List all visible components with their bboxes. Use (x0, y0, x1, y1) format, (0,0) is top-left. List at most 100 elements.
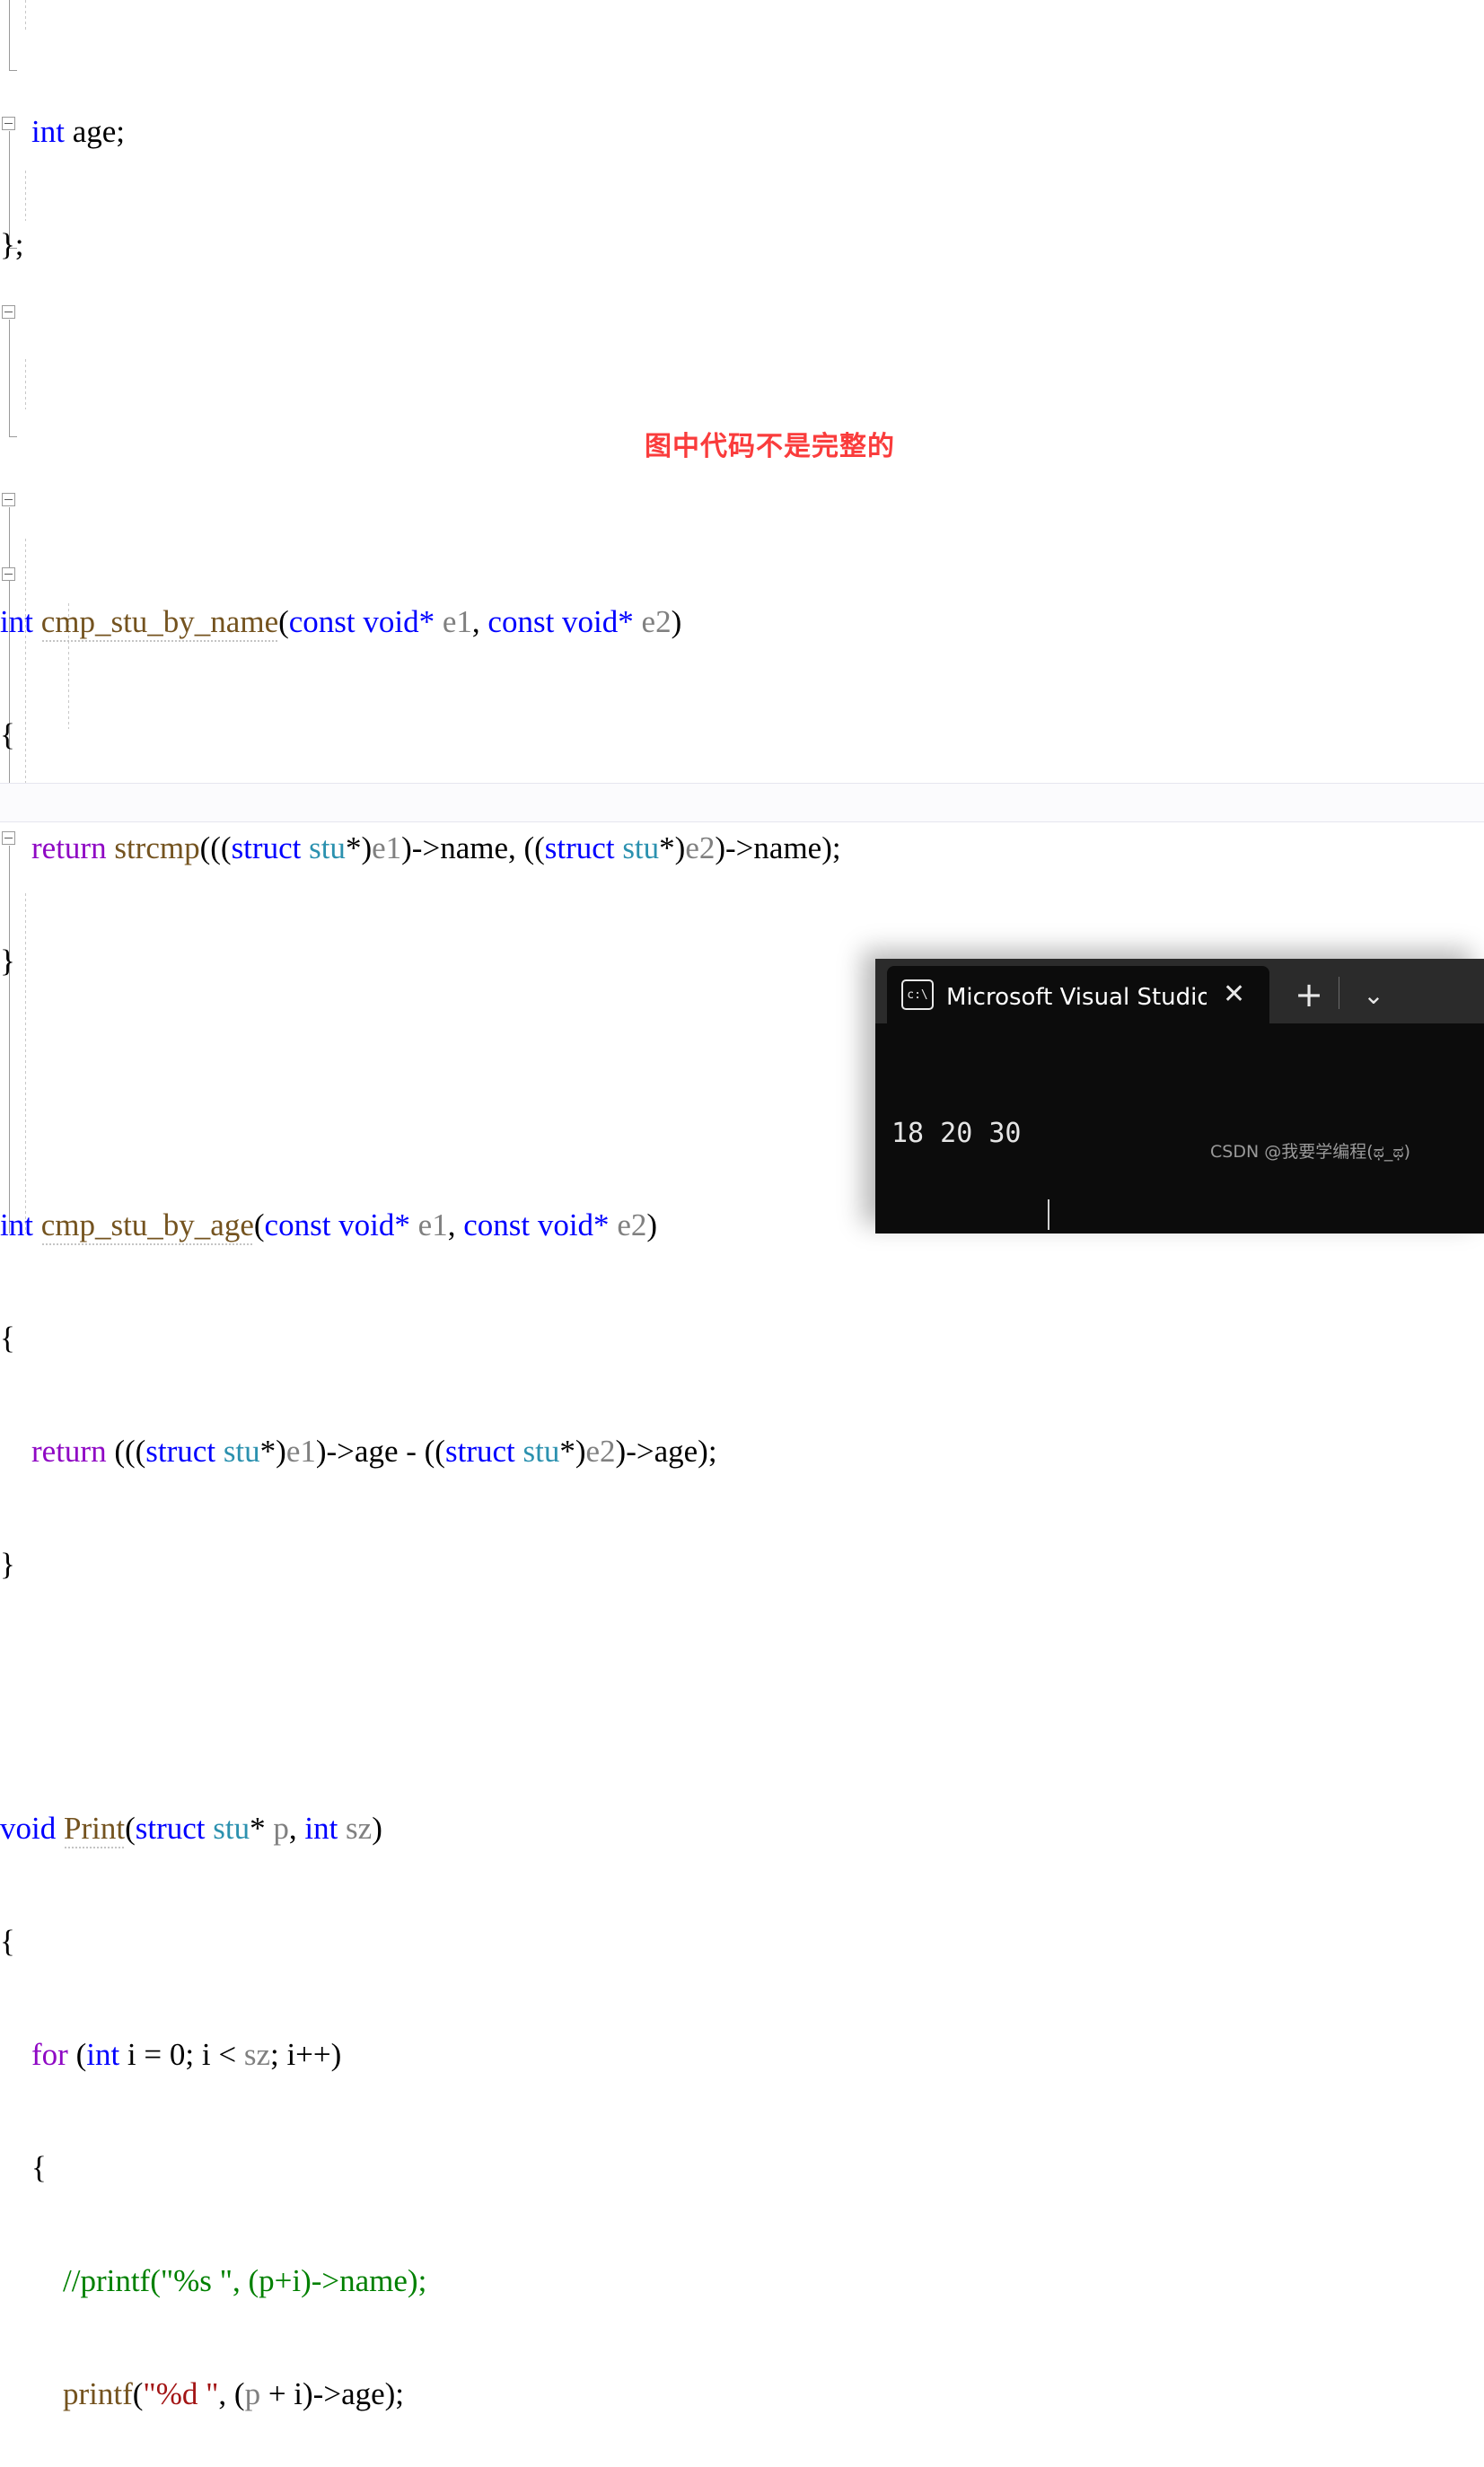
token-text: ((( (199, 830, 232, 865)
token-text: , (447, 1207, 464, 1242)
token-text: ; i++) (269, 2037, 342, 2072)
token-text: { (0, 2150, 47, 2185)
token-text: *) (345, 830, 373, 865)
token-text: *) (259, 1434, 286, 1469)
token-variable: e1 (372, 830, 402, 865)
token-control: return (0, 830, 107, 865)
terminal-cursor (1048, 1199, 1049, 1230)
token-text: *) (559, 1434, 586, 1469)
token-text: } (0, 944, 15, 979)
token-keyword: struct (135, 1811, 206, 1846)
code-line[interactable]: { (0, 716, 1484, 754)
token-text: ( (75, 2037, 87, 2072)
token-text: { (0, 717, 15, 752)
token-text: * (250, 1811, 274, 1846)
token-variable: e2 (585, 1434, 616, 1469)
token-text: )->age); (615, 1434, 717, 1469)
terminal-window[interactable]: c:\ Microsoft Visual Studio 调试控 ✕ + ⌄ 18… (875, 959, 1484, 1234)
token-keyword: struct (544, 830, 615, 865)
token-keyword: const void* (487, 604, 634, 639)
code-line[interactable]: { (0, 1923, 1484, 1961)
code-line[interactable]: } (0, 1546, 1484, 1584)
token-function: printf (0, 2376, 133, 2411)
token-text: age; (64, 114, 125, 149)
token-text: ) (372, 1811, 382, 1846)
token-text: ((( (114, 1434, 146, 1469)
token-variable: sz (346, 1811, 373, 1846)
token-text: )->age - (( (315, 1434, 445, 1469)
token-type: stu (309, 830, 346, 865)
code-line[interactable]: { (0, 1320, 1484, 1357)
token-type: stu (213, 1811, 250, 1846)
token-type: stu (223, 1434, 260, 1469)
code-line[interactable]: printf("%d ", (p + i)->age); (0, 2375, 1484, 2413)
token-text: ( (278, 604, 289, 639)
token-variable: p (273, 1811, 289, 1846)
code-text[interactable]: int age; }; int cmp_stu_by_name(const vo… (0, 0, 1484, 2467)
token-text: , ( (218, 2376, 245, 2411)
token-text: ) (671, 604, 682, 639)
code-line[interactable]: int age; (0, 113, 1484, 151)
terminal-tab-title: Microsoft Visual Studio 调试控 (946, 983, 1207, 1011)
token-variable: e1 (442, 604, 472, 639)
token-variable: p (244, 2376, 261, 2411)
token-variable: e2 (641, 604, 672, 639)
token-text: *) (659, 830, 686, 865)
code-line[interactable]: void Print(struct stu* p, int sz) (0, 1810, 1484, 1848)
token-type: stu (522, 1434, 560, 1469)
token-keyword: void (0, 1811, 57, 1846)
token-keyword: int (0, 604, 33, 639)
console-icon: c:\ (901, 979, 934, 1010)
token-text: i = 0; i < (127, 2037, 244, 2072)
token-comment: //printf("%s ", (p+i)->name); (0, 2263, 427, 2298)
token-function: strcmp (114, 830, 200, 865)
token-variable: e2 (685, 830, 716, 865)
code-line-blank[interactable] (0, 1659, 1484, 1697)
code-line[interactable]: for (int i = 0; i < sz; i++) (0, 2036, 1484, 2074)
annotation-note: 图中代码不是完整的 (645, 431, 895, 462)
token-text: ( (132, 2376, 144, 2411)
token-variable: e1 (417, 1207, 448, 1242)
token-text: , (471, 604, 488, 639)
code-line-blank[interactable] (0, 339, 1484, 377)
token-keyword: const void* (264, 1207, 410, 1242)
chevron-down-icon[interactable]: ⌄ (1348, 973, 1399, 1016)
token-variable: sz (243, 2037, 270, 2072)
token-keyword: int (0, 114, 65, 149)
token-variable: e2 (617, 1207, 647, 1242)
token-control: return (0, 1434, 107, 1469)
token-keyword: struct (145, 1434, 216, 1469)
token-keyword: int (86, 2037, 120, 2072)
new-tab-icon[interactable]: + (1284, 973, 1334, 1016)
token-text: { (0, 1924, 15, 1959)
token-text: )->name, (( (401, 830, 545, 865)
token-text: )->name); (715, 830, 841, 865)
terminal-tab[interactable]: c:\ Microsoft Visual Studio 调试控 ✕ (887, 966, 1269, 1023)
terminal-tab-bar[interactable]: c:\ Microsoft Visual Studio 调试控 ✕ + ⌄ (875, 959, 1484, 1023)
close-icon[interactable]: ✕ (1223, 981, 1245, 1008)
token-control: for (0, 2037, 68, 2072)
code-line[interactable]: int cmp_stu_by_name(const void* e1, cons… (0, 603, 1484, 642)
token-function: cmp_stu_by_age (40, 1207, 254, 1245)
token-keyword: int (0, 1207, 33, 1242)
token-text: ( (253, 1207, 265, 1242)
code-line[interactable]: return (((struct stu*)e1)->age - ((struc… (0, 1433, 1484, 1471)
terminal-output[interactable]: 18 20 30 D:\c语言\writing-code-for-blogs\ … (875, 1023, 1484, 1234)
code-line[interactable]: { (0, 2149, 1484, 2187)
code-line[interactable]: //printf("%s ", (p+i)->name); (0, 2262, 1484, 2300)
code-line[interactable]: return strcmp(((struct stu*)e1)->name, (… (0, 830, 1484, 867)
token-text: } (0, 1547, 15, 1582)
token-text: { (0, 1321, 15, 1356)
token-type: stu (622, 830, 660, 865)
code-line[interactable]: }; (0, 226, 1484, 264)
token-string: "%d " (143, 2376, 219, 2411)
token-text: }; (0, 227, 24, 262)
token-text: ) (646, 1207, 658, 1242)
watermark: CSDN @我要学编程(ಥ_ಥ) (1210, 1142, 1411, 1162)
token-keyword: struct (231, 830, 302, 865)
token-text: + i)->age); (260, 2376, 405, 2411)
token-text: ( (125, 1811, 136, 1846)
token-text: , (288, 1811, 305, 1846)
token-keyword: int (304, 1811, 338, 1846)
